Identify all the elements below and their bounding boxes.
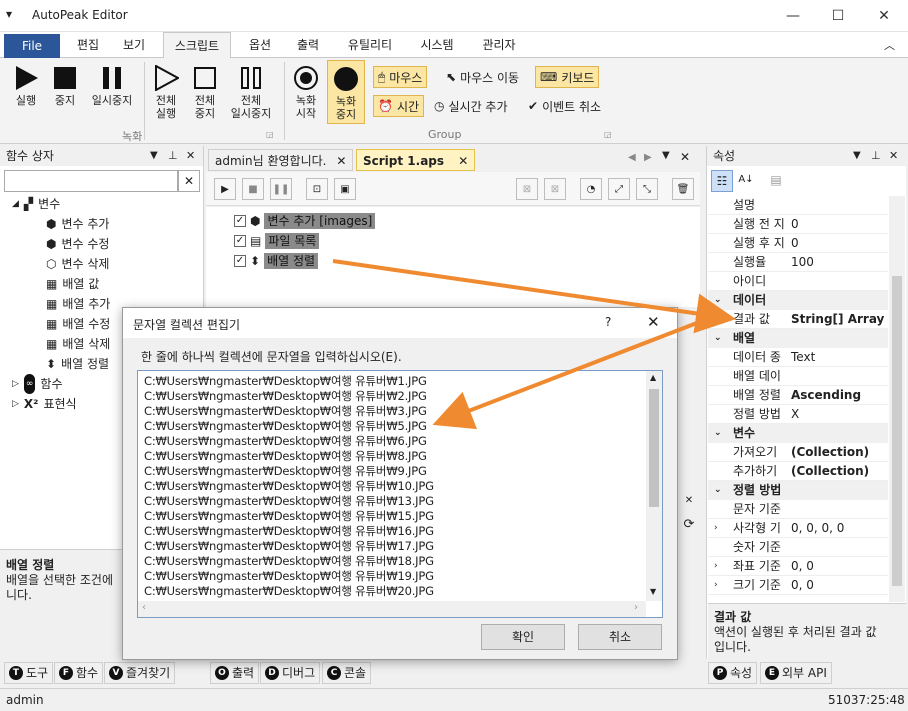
annotation-arrows — [332, 259, 736, 430]
arrow-to-dialog-list — [432, 319, 703, 430]
arrow-to-result-value — [332, 259, 736, 334]
